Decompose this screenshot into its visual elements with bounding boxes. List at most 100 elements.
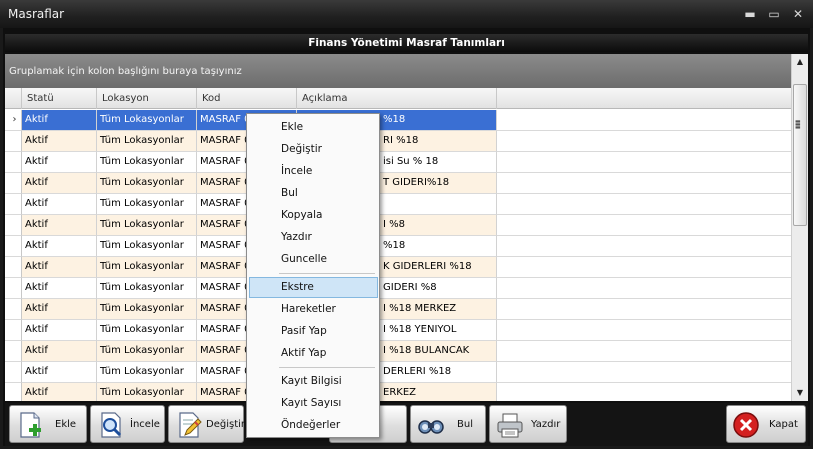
- cell-status[interactable]: Aktif: [22, 194, 97, 215]
- pencil-document-icon: [179, 412, 202, 438]
- column-header-location[interactable]: Lokasyon: [97, 88, 197, 109]
- table-row[interactable]: Aktif Tüm Lokasyonlar MASRAF 0T GIDERI%18: [5, 173, 791, 194]
- vertical-scrollbar[interactable]: ▲ ▬ ▬ ▬ ▼: [791, 54, 808, 401]
- column-header-status[interactable]: Statü: [22, 88, 97, 109]
- cell-location[interactable]: Tüm Lokasyonlar: [97, 173, 197, 194]
- context-menu: Ekle Değiştir İncele Bul Kopyala Yazdır …: [246, 113, 380, 438]
- find-button[interactable]: Bul: [410, 405, 486, 443]
- cell-status[interactable]: Aktif: [22, 236, 97, 257]
- menu-item-hareketler[interactable]: Hareketler: [249, 299, 378, 320]
- cell-location[interactable]: Tüm Lokasyonlar: [97, 194, 197, 215]
- menu-item-degistir[interactable]: Değiştir: [249, 139, 378, 160]
- minimize-icon[interactable]: ▬: [740, 4, 760, 24]
- row-filler: [497, 194, 791, 215]
- row-indicator-icon: [5, 131, 22, 152]
- scroll-thumb[interactable]: [793, 84, 807, 226]
- restore-icon[interactable]: ▭: [764, 4, 784, 24]
- cell-location[interactable]: Tüm Lokasyonlar: [97, 341, 197, 362]
- grid-header: Statü Lokasyon Kod Açıklama: [5, 88, 791, 109]
- cell-location[interactable]: Tüm Lokasyonlar: [97, 110, 197, 131]
- menu-item-ondegerler[interactable]: Öndeğerler: [249, 415, 378, 436]
- title-bar: Masraflar ▬ ▭ ✕: [0, 0, 813, 28]
- cell-location[interactable]: Tüm Lokasyonlar: [97, 362, 197, 383]
- row-indicator-icon: [5, 299, 22, 320]
- cell-location[interactable]: Tüm Lokasyonlar: [97, 131, 197, 152]
- row-indicator-icon: [5, 257, 22, 278]
- cell-status[interactable]: Aktif: [22, 215, 97, 236]
- menu-item-ekstre[interactable]: Ekstre: [249, 277, 378, 298]
- cell-location[interactable]: Tüm Lokasyonlar: [97, 257, 197, 278]
- cell-status[interactable]: Aktif: [22, 278, 97, 299]
- menu-item-kayit-bilgisi[interactable]: Kayıt Bilgisi: [249, 371, 378, 392]
- find-button-label: Bul: [457, 419, 473, 430]
- cell-status[interactable]: Aktif: [22, 299, 97, 320]
- table-row[interactable]: Aktif Tüm Lokasyonlar MASRAF 0 ERKEZ: [5, 383, 791, 401]
- table-row[interactable]: Aktif Tüm Lokasyonlar MASRAF 0 isi Su % 18: [5, 152, 791, 173]
- table-row[interactable]: Aktif Tüm Lokasyonlar MASRAF 0I %18 BULANC…: [5, 341, 791, 362]
- row-indicator-icon: [5, 341, 22, 362]
- cell-status[interactable]: Aktif: [22, 110, 97, 131]
- close-button[interactable]: Kapat: [726, 405, 806, 443]
- table-row[interactable]: Aktif Tüm Lokasyonlar MASRAF 0I %8: [5, 215, 791, 236]
- cell-location[interactable]: Tüm Lokasyonlar: [97, 215, 197, 236]
- row-filler: [497, 320, 791, 341]
- add-document-icon: [20, 412, 41, 438]
- inspect-button[interactable]: İncele: [90, 405, 165, 443]
- row-filler: [497, 152, 791, 173]
- row-filler: [497, 299, 791, 320]
- cell-location[interactable]: Tüm Lokasyonlar: [97, 278, 197, 299]
- table-row[interactable]: › Aktif Tüm Lokasyonlar MASRAF 0 %18: [5, 110, 791, 131]
- row-filler: [497, 215, 791, 236]
- scroll-up-icon[interactable]: ▲: [792, 54, 808, 70]
- cell-location[interactable]: Tüm Lokasyonlar: [97, 383, 197, 401]
- expense-grid[interactable]: Statü Lokasyon Kod Açıklama › Aktif Tüm Lo…: [5, 88, 791, 401]
- window-title: Masraflar: [8, 7, 65, 21]
- menu-item-guncelle[interactable]: Guncelle: [249, 249, 378, 270]
- row-indicator-icon: [5, 152, 22, 173]
- menu-item-yazdir[interactable]: Yazdır: [249, 227, 378, 248]
- column-header-code[interactable]: Kod: [197, 88, 297, 109]
- menu-item-kopyala[interactable]: Kopyala: [249, 205, 378, 226]
- cell-location[interactable]: Tüm Lokasyonlar: [97, 236, 197, 257]
- table-row[interactable]: Aktif Tüm Lokasyonlar MASRAF 0 RI %18: [5, 131, 791, 152]
- close-icon: [733, 412, 759, 438]
- menu-item-incele[interactable]: İncele: [249, 161, 378, 182]
- table-row[interactable]: Aktif Tüm Lokasyonlar MASRAF 0: [5, 194, 791, 215]
- row-filler: [497, 236, 791, 257]
- table-row[interactable]: Aktif Tüm Lokasyonlar MASRAF 0K GIDERLERI …: [5, 257, 791, 278]
- cell-location[interactable]: Tüm Lokasyonlar: [97, 299, 197, 320]
- table-row[interactable]: Aktif Tüm Lokasyonlar MASRAF 0I %18 YENIYO…: [5, 320, 791, 341]
- group-by-panel[interactable]: Gruplamak için kolon başlığını buraya ta…: [5, 54, 791, 88]
- menu-item-kayit-sayisi[interactable]: Kayıt Sayısı: [249, 393, 378, 414]
- cell-status[interactable]: Aktif: [22, 320, 97, 341]
- cell-status[interactable]: Aktif: [22, 383, 97, 401]
- row-indicator-icon: [5, 383, 22, 401]
- table-row[interactable]: Aktif Tüm Lokasyonlar MASRAF 0 DERLERI %18: [5, 362, 791, 383]
- close-icon[interactable]: ✕: [788, 4, 808, 24]
- table-row[interactable]: Aktif Tüm Lokasyonlar MASRAF 0 GIDERI %8: [5, 278, 791, 299]
- cell-status[interactable]: Aktif: [22, 152, 97, 173]
- scroll-grip-icon: ▬ ▬ ▬: [795, 118, 801, 131]
- menu-item-ekle[interactable]: Ekle: [249, 117, 378, 138]
- cell-status[interactable]: Aktif: [22, 257, 97, 278]
- menu-item-pasif-yap[interactable]: Pasif Yap: [249, 321, 378, 342]
- scroll-down-icon[interactable]: ▼: [792, 385, 808, 401]
- table-row[interactable]: Aktif Tüm Lokasyonlar MASRAF 0I %18 MERKEZ: [5, 299, 791, 320]
- cell-location[interactable]: Tüm Lokasyonlar: [97, 320, 197, 341]
- row-filler: [497, 131, 791, 152]
- cell-status[interactable]: Aktif: [22, 341, 97, 362]
- edit-button-label: Değiştir: [206, 419, 245, 430]
- cell-status[interactable]: Aktif: [22, 173, 97, 194]
- print-button[interactable]: Yazdır: [489, 405, 567, 443]
- cell-status[interactable]: Aktif: [22, 131, 97, 152]
- row-filler: [497, 257, 791, 278]
- edit-button[interactable]: Değiştir: [168, 405, 245, 443]
- menu-item-bul[interactable]: Bul: [249, 183, 378, 204]
- cell-location[interactable]: Tüm Lokasyonlar: [97, 152, 197, 173]
- add-button[interactable]: Ekle: [9, 405, 87, 443]
- row-indicator-icon: [5, 215, 22, 236]
- cell-status[interactable]: Aktif: [22, 362, 97, 383]
- menu-item-aktif-yap[interactable]: Aktif Yap: [249, 343, 378, 364]
- table-row[interactable]: Aktif Tüm Lokasyonlar MASRAF 0 %18: [5, 236, 791, 257]
- column-header-description[interactable]: Açıklama: [297, 88, 497, 109]
